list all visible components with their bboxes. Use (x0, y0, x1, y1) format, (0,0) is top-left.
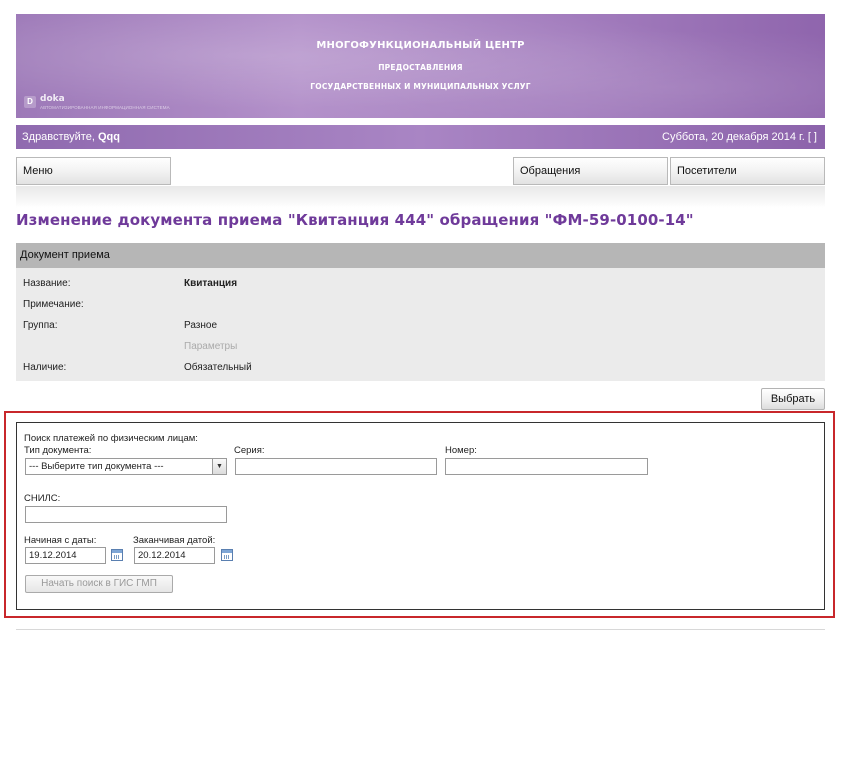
field-label-name: Название: (23, 278, 71, 289)
footer-divider (16, 629, 825, 630)
chevron-down-icon[interactable]: ▼ (212, 459, 226, 474)
visitors-button[interactable]: Посетители (670, 157, 825, 185)
date-to-input[interactable] (134, 547, 215, 564)
greeting-bar: Здравствуйте, Qqq Суббота, 20 декабря 20… (16, 125, 825, 149)
parameters-link[interactable]: Параметры (184, 341, 237, 352)
logo-icon: D (24, 96, 36, 108)
field-label-note: Примечание: (23, 299, 84, 310)
date-from-input[interactable] (25, 547, 106, 564)
series-input[interactable] (235, 458, 437, 475)
start-search-button[interactable]: Начать поиск в ГИС ГМП (25, 575, 173, 593)
header-banner: МНОГОФУНКЦИОНАЛЬНЫЙ ЦЕНТР ПРЕДОСТАВЛЕНИЯ… (16, 14, 825, 118)
banner-title-line2: ПРЕДОСТАВЛЕНИЯ (378, 63, 463, 72)
document-panel: Название: Квитанция Примечание: Группа: … (16, 268, 825, 381)
banner-title-line1: МНОГОФУНКЦИОНАЛЬНЫЙ ЦЕНТР (316, 40, 525, 51)
choose-button[interactable]: Выбрать (761, 388, 825, 410)
menu-divider (16, 186, 825, 208)
doc-type-selected: --- Выберите тип документа --- (29, 461, 164, 472)
logo-subtitle: АВТОМАТИЗИРОВАННАЯ ИНФОРМАЦИОННАЯ СИСТЕМ… (40, 105, 170, 110)
appeals-button[interactable]: Обращения (513, 157, 668, 185)
date-from-label: Начиная с даты: (24, 535, 97, 546)
greeting: Здравствуйте, Qqq (22, 131, 120, 143)
field-value-availability: Обязательный (184, 362, 252, 373)
date-to-label: Заканчивая датой: (133, 535, 216, 546)
field-label-group: Группа: (23, 320, 58, 331)
snils-label: СНИЛС: (24, 493, 61, 504)
number-label: Номер: (445, 445, 477, 456)
current-date: Суббота, 20 декабря 2014 г. [ ] (662, 131, 817, 143)
field-label-availability: Наличие: (23, 362, 67, 373)
doc-type-select[interactable]: --- Выберите тип документа --- ▼ (25, 458, 227, 475)
series-label: Серия: (234, 445, 265, 456)
snils-input[interactable] (25, 506, 227, 523)
number-input[interactable] (445, 458, 648, 475)
menu-button[interactable]: Меню (16, 157, 171, 185)
document-panel-header: Документ приема (16, 243, 825, 268)
page-title: Изменение документа приема "Квитанция 44… (16, 211, 694, 229)
calendar-icon[interactable] (111, 549, 123, 561)
doc-type-label: Тип документа: (24, 445, 92, 456)
logo-text: doka (40, 94, 65, 104)
field-value-name: Квитанция (184, 278, 238, 289)
field-value-group: Разное (184, 320, 218, 331)
banner-title-line3: ГОСУДАРСТВЕННЫХ И МУНИЦИПАЛЬНЫХ УСЛУГ (310, 82, 531, 91)
user-name[interactable]: Qqq (98, 131, 120, 143)
search-form-heading: Поиск платежей по физическим лицам: (24, 433, 198, 444)
greeting-text: Здравствуйте, (22, 131, 98, 143)
calendar-icon[interactable] (221, 549, 233, 561)
